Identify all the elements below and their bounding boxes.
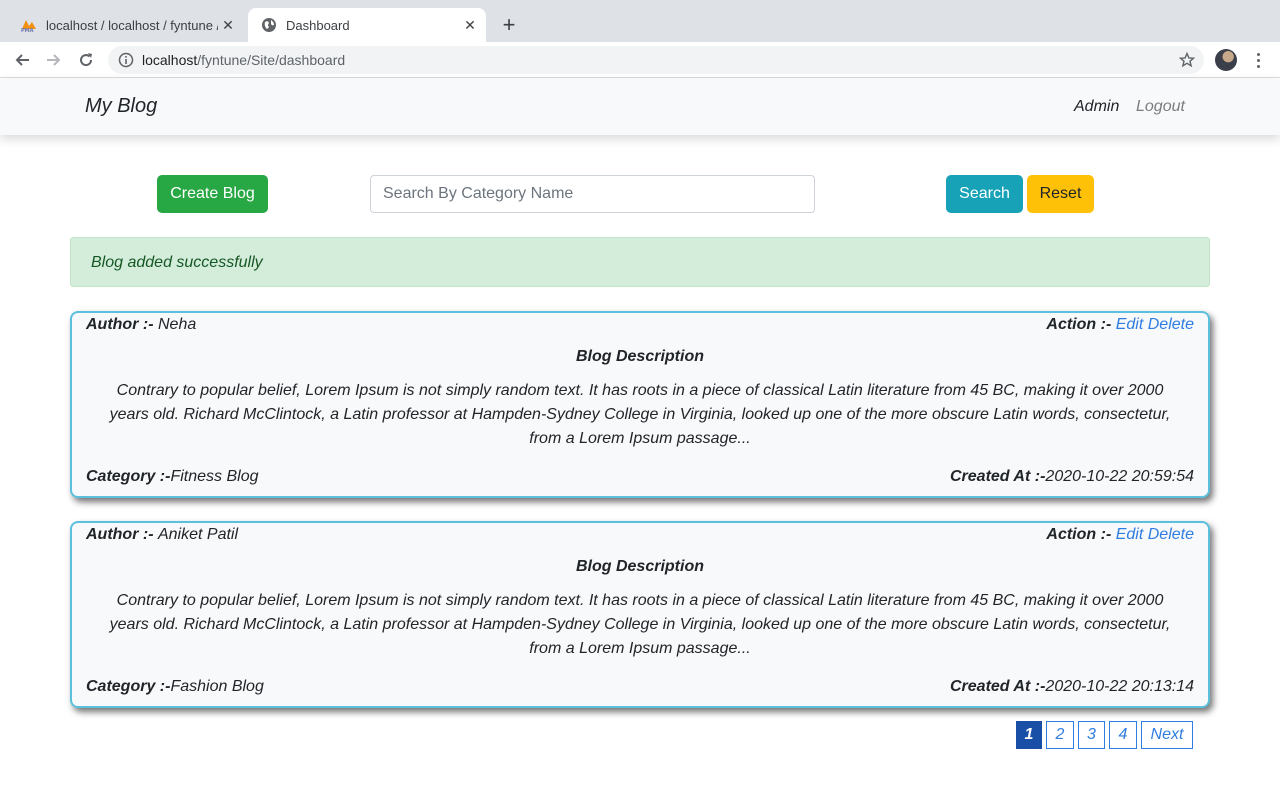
created-label: Created At :-	[950, 468, 1046, 485]
page-4-button[interactable]: 4	[1109, 721, 1137, 749]
alert-message: Blog added successfully	[91, 254, 263, 271]
phpmyadmin-icon: PMA	[20, 16, 38, 34]
edit-link[interactable]: Edit	[1116, 526, 1144, 543]
created-line: Created At :-2020-10-22 20:13:14	[950, 678, 1194, 696]
success-alert: Blog added successfully	[70, 237, 1210, 287]
category-label: Category :-	[86, 468, 171, 485]
blog-card: Author :- Neha Action :- Edit Delete Blo…	[70, 311, 1210, 498]
browser-menu-icon[interactable]	[1248, 48, 1268, 72]
created-line: Created At :-2020-10-22 20:59:54	[950, 468, 1194, 486]
close-tab-icon[interactable]: ✕	[218, 15, 238, 35]
action-line: Action :- Edit Delete	[1046, 316, 1194, 334]
delete-link[interactable]: Delete	[1148, 526, 1194, 543]
edit-link[interactable]: Edit	[1116, 316, 1144, 333]
next-page-button[interactable]: Next	[1141, 721, 1193, 749]
address-bar[interactable]: localhost/fyntune/Site/dashboard	[108, 46, 1204, 74]
action-label: Action :-	[1046, 316, 1116, 333]
category-value: Fitness Blog	[170, 468, 259, 485]
description-title: Blog Description	[575, 348, 704, 365]
create-blog-button[interactable]: Create Blog	[157, 175, 268, 213]
action-label: Action :-	[1046, 526, 1116, 543]
author-name: Aniket Patil	[157, 526, 239, 543]
author-line: Author :- Neha	[86, 316, 196, 334]
new-tab-button[interactable]: +	[496, 12, 522, 38]
created-value: 2020-10-22 20:13:14	[1045, 678, 1194, 695]
tab-title: Dashboard	[286, 17, 350, 33]
brand-link[interactable]: My Blog	[85, 95, 157, 118]
nav-logout-link[interactable]: Logout	[1136, 98, 1185, 116]
bookmark-star-icon[interactable]	[1178, 51, 1196, 69]
category-search-input[interactable]	[370, 175, 815, 213]
browser-tab-phpmyadmin[interactable]: PMA localhost / localhost / fyntune / ✕	[8, 8, 244, 42]
category-line: Category :-Fashion Blog	[86, 678, 264, 696]
browser-tab-dashboard[interactable]: Dashboard ✕	[248, 8, 486, 42]
author-label: Author :-	[86, 526, 158, 543]
author-line: Author :- Aniket Patil	[86, 526, 238, 544]
url-text: localhost/fyntune/Site/dashboard	[142, 52, 345, 68]
browser-toolbar: localhost/fyntune/Site/dashboard	[0, 42, 1280, 78]
blog-card: Author :- Aniket Patil Action :- Edit De…	[70, 521, 1210, 708]
description-title: Blog Description	[575, 558, 704, 575]
reload-icon[interactable]	[73, 47, 99, 73]
close-tab-icon[interactable]: ✕	[460, 15, 480, 35]
tab-title: localhost / localhost / fyntune /	[46, 17, 218, 33]
back-icon[interactable]	[9, 47, 35, 73]
author-name: Neha	[157, 316, 197, 333]
url-host: localhost	[142, 52, 198, 68]
author-label: Author :-	[86, 316, 158, 333]
search-button[interactable]: Search	[946, 175, 1023, 213]
delete-link[interactable]: Delete	[1148, 316, 1194, 333]
category-line: Category :-Fitness Blog	[86, 468, 259, 486]
description-text: Contrary to popular belief, Lorem Ipsum …	[109, 382, 1171, 447]
url-path: /fyntune/Site/dashboard	[197, 52, 346, 68]
profile-avatar[interactable]	[1215, 49, 1237, 71]
page-3-button[interactable]: 3	[1078, 721, 1105, 749]
info-icon[interactable]	[118, 52, 134, 68]
action-line: Action :- Edit Delete	[1046, 526, 1194, 544]
site-navbar: My Blog Admin Logout	[0, 79, 1280, 135]
browser-tab-bar: PMA localhost / localhost / fyntune / ✕ …	[0, 0, 1280, 42]
created-label: Created At :-	[950, 678, 1046, 695]
category-value: Fashion Blog	[170, 678, 264, 695]
category-label: Category :-	[86, 678, 171, 695]
page-1-button[interactable]: 1	[1016, 721, 1042, 749]
forward-icon[interactable]	[41, 47, 67, 73]
description-text: Contrary to popular belief, Lorem Ipsum …	[109, 592, 1171, 657]
nav-admin-link[interactable]: Admin	[1074, 98, 1119, 116]
created-value: 2020-10-22 20:59:54	[1045, 468, 1194, 485]
page-2-button[interactable]: 2	[1046, 721, 1074, 749]
svg-text:PMA: PMA	[21, 28, 34, 32]
reset-button[interactable]: Reset	[1027, 175, 1094, 213]
globe-icon	[260, 16, 278, 34]
